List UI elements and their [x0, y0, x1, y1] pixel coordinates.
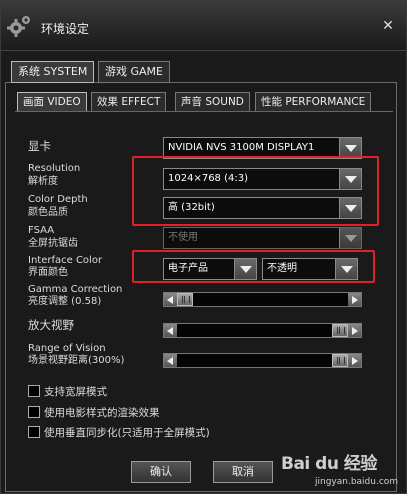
graphics-card-value: NVIDIA NVS 3100M DISPLAY1: [168, 142, 315, 153]
tab-game[interactable]: 游戏 GAME: [98, 61, 170, 83]
tab-video[interactable]: 画面 VIDEO: [17, 92, 87, 112]
widescreen-checkbox[interactable]: [28, 385, 40, 397]
vsync-checkbox[interactable]: [28, 426, 40, 438]
gamma-label-cn: 亮度调整 (0.58): [28, 296, 102, 307]
tab-system[interactable]: 系统 SYSTEM: [11, 61, 95, 83]
range-of-vision-slider[interactable]: [163, 353, 362, 368]
fsaa-label-en: FSAA: [28, 225, 55, 236]
tab-sound[interactable]: 声音 SOUND: [175, 92, 250, 112]
fsaa-label-cn: 全屏抗锯齿: [28, 238, 78, 249]
chevron-down-icon[interactable]: [339, 138, 361, 158]
tab-divider: [15, 111, 393, 112]
highlight-box: [132, 250, 375, 283]
settings-window: 环境设定 ✕ 系统 SYSTEM 游戏 GAME 画面 VIDEO 效果 EFF…: [0, 0, 407, 494]
gamma-label-en: Gamma Correction: [28, 284, 123, 295]
interface-color-label-en: Interface Color: [28, 255, 103, 266]
color-depth-label-cn: 颜色品质: [28, 207, 68, 218]
resolution-label-cn: 解析度: [28, 176, 58, 187]
ok-button[interactable]: 确认: [131, 461, 191, 483]
color-depth-label-en: Color Depth: [28, 194, 88, 205]
window-title: 环境设定: [41, 22, 90, 36]
baidu-watermark: Bai du 经验 jingyan.baidu.com: [281, 449, 406, 493]
range-of-vision-label-cn: 场景视野距离(300%): [28, 355, 125, 366]
cinematic-render-label: 使用电影样式的渲染效果: [44, 407, 160, 419]
arrow-right-icon[interactable]: [348, 324, 361, 337]
interface-color-label-cn: 界面颜色: [28, 267, 68, 278]
graphics-card-label: 显卡: [28, 139, 51, 153]
watermark-url: jingyan.baidu.com: [315, 477, 399, 487]
cancel-button[interactable]: 取消: [213, 461, 273, 483]
highlight-box: [132, 156, 379, 226]
zoom-slider-thumb[interactable]: [332, 324, 348, 337]
range-of-vision-slider-thumb[interactable]: [332, 354, 348, 367]
gear-icon: [7, 16, 30, 37]
zoom-slider[interactable]: [163, 323, 362, 338]
gamma-slider[interactable]: [163, 292, 362, 307]
tab-performance[interactable]: 性能 PERFORMANCE: [255, 92, 372, 112]
range-of-vision-label-en: Range of Vision: [28, 343, 106, 354]
chevron-down-icon: [339, 228, 361, 248]
arrow-left-icon[interactable]: [164, 293, 177, 306]
arrow-left-icon[interactable]: [164, 324, 177, 337]
arrow-left-icon[interactable]: [164, 354, 177, 367]
tab-effect[interactable]: 效果 EFFECT: [91, 92, 167, 112]
vsync-label: 使用垂直同步化(只适用于全屏模式): [44, 427, 210, 439]
resolution-label-en: Resolution: [28, 163, 81, 174]
zoom-label: 放大视野: [28, 318, 74, 332]
close-icon[interactable]: ✕: [380, 18, 396, 34]
widescreen-label: 支持宽屏模式: [44, 386, 107, 398]
arrow-right-icon[interactable]: [348, 293, 361, 306]
gamma-slider-thumb[interactable]: [177, 293, 193, 306]
fsaa-select: 不使用: [163, 227, 362, 249]
fsaa-value: 不使用: [168, 232, 198, 243]
title-bar[interactable]: 环境设定 ✕: [1, 1, 406, 51]
watermark-brand: Bai du 经验: [281, 454, 377, 474]
cinematic-render-checkbox[interactable]: [28, 406, 40, 418]
arrow-right-icon[interactable]: [348, 354, 361, 367]
